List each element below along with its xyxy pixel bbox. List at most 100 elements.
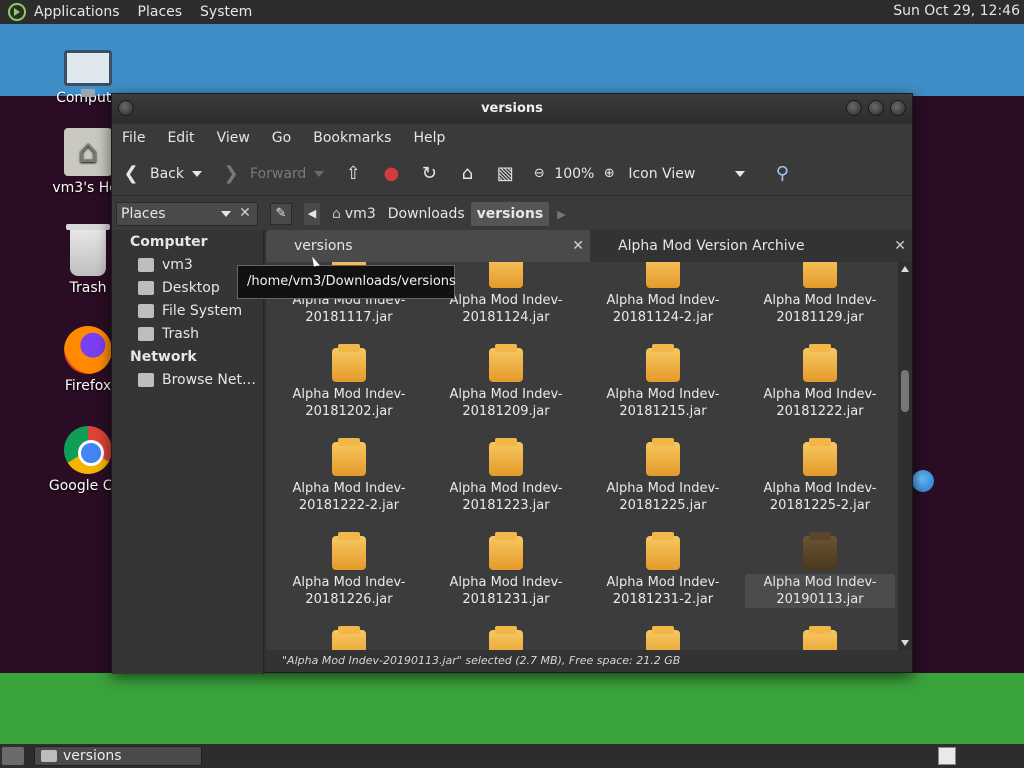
taskbar-button-versions[interactable]: versions <box>34 746 202 766</box>
file-item[interactable]: Alpha Mod Indev- 20181225-2.jar <box>745 438 895 514</box>
partial-desktop-icon[interactable] <box>912 470 934 492</box>
window-titlebar[interactable]: versions <box>112 94 912 124</box>
file-item[interactable]: Alpha Mod Indev- 20181215.jar <box>588 344 738 420</box>
jar-package-icon <box>646 626 680 650</box>
places-menu[interactable]: Places <box>138 4 183 20</box>
workspace-switcher[interactable] <box>938 747 956 765</box>
desktop-sky-band <box>0 24 1024 96</box>
file-item[interactable]: Alpha Mod Indev- 20190113.jar <box>745 532 895 608</box>
scroll-down-icon[interactable] <box>901 640 909 646</box>
menu-go[interactable]: Go <box>272 130 291 146</box>
menu-help[interactable]: Help <box>413 130 445 146</box>
file-name-line: 20181225-2.jar <box>769 498 871 513</box>
file-name-line: Alpha Mod Indev- <box>606 575 720 590</box>
clock[interactable]: Sun Oct 29, 12:46 <box>893 3 1020 19</box>
icon-grid: Alpha Mod Indev- 20181117.jar Alpha Mod In… <box>266 262 898 650</box>
system-menu[interactable]: System <box>200 4 252 20</box>
close-sidebar-icon[interactable]: ✕ <box>234 202 256 224</box>
file-item-partial[interactable] <box>274 626 424 650</box>
reload-icon[interactable]: ↻ <box>418 163 440 185</box>
breadcrumb: ✎ ◀ ⌂ vm3 Downloads versions ▶ <box>270 202 566 226</box>
file-name-line: 20181226.jar <box>305 592 393 607</box>
applications-menu[interactable]: Applications <box>34 4 120 20</box>
jar-package-icon <box>332 344 366 382</box>
breadcrumb-downloads[interactable]: Downloads <box>382 202 471 226</box>
sidebar-item-browse-network[interactable]: Browse Net… <box>112 368 263 391</box>
search-icon[interactable]: ⚲ <box>771 163 793 185</box>
file-item[interactable]: Alpha Mod Indev- 20181129.jar <box>745 262 895 326</box>
file-name: Alpha Mod Indev- 20181124-2.jar <box>588 292 738 326</box>
jar-package-icon <box>332 532 366 570</box>
file-name-line: 20181202.jar <box>305 404 393 419</box>
home-icon[interactable]: ⌂ <box>456 163 478 185</box>
file-name: Alpha Mod Indev- 20181223.jar <box>431 480 581 514</box>
breadcrumb-vm3[interactable]: ⌂ vm3 <box>326 202 382 226</box>
maximize-button[interactable] <box>868 100 884 116</box>
file-item[interactable]: Alpha Mod Indev- 20181223.jar <box>431 438 581 514</box>
window-menu-icon[interactable] <box>118 100 134 116</box>
close-tab-icon[interactable]: ✕ <box>894 230 906 262</box>
view-mode-select[interactable]: Icon View <box>628 166 746 182</box>
tab-label: versions <box>294 238 353 254</box>
breadcrumb-left-icon[interactable]: ◀ <box>304 203 320 225</box>
file-item[interactable]: Alpha Mod Indev- 20181202.jar <box>274 344 424 420</box>
file-name: Alpha Mod Indev- 20181226.jar <box>274 574 424 608</box>
sidebar-item-trash[interactable]: Trash <box>112 322 263 345</box>
forward-button[interactable]: ❯ Forward <box>220 163 325 185</box>
drive-icon <box>138 303 154 318</box>
sidebar-item-label: vm3 <box>162 256 193 273</box>
sidebar-item-file-system[interactable]: File System <box>112 299 263 322</box>
file-name-line: 20181124.jar <box>462 310 550 325</box>
jar-package-icon <box>646 438 680 476</box>
close-tab-icon[interactable]: ✕ <box>572 230 584 262</box>
menu-bookmarks[interactable]: Bookmarks <box>313 130 391 146</box>
zoom-out-icon[interactable]: ⊖ <box>528 163 550 185</box>
edit-location-button[interactable]: ✎ <box>270 203 292 225</box>
file-item[interactable]: Alpha Mod Indev- 20181222-2.jar <box>274 438 424 514</box>
vertical-scrollbar[interactable] <box>898 262 912 650</box>
menu-view[interactable]: View <box>217 130 250 146</box>
back-button[interactable]: ❮ Back <box>120 163 202 185</box>
jar-package-icon <box>646 532 680 570</box>
computer-icon[interactable]: ▧ <box>494 163 516 185</box>
breadcrumb-right-icon[interactable]: ▶ <box>557 208 565 221</box>
jar-package-icon <box>803 532 837 570</box>
close-button[interactable] <box>890 100 906 116</box>
file-item[interactable]: Alpha Mod Indev- 20181222.jar <box>745 344 895 420</box>
file-item-partial[interactable] <box>431 626 581 650</box>
desktop-icon <box>138 280 154 295</box>
file-item-partial[interactable] <box>588 626 738 650</box>
back-history-dropdown-icon[interactable] <box>192 170 202 177</box>
minimize-button[interactable] <box>846 100 862 116</box>
zoom-level: 100% <box>554 165 595 182</box>
scroll-up-icon[interactable] <box>901 266 909 272</box>
forward-history-dropdown-icon[interactable] <box>314 170 325 177</box>
trash-icon <box>66 224 110 276</box>
back-label: Back <box>150 165 184 182</box>
show-desktop-icon[interactable] <box>2 747 24 765</box>
file-item[interactable]: Alpha Mod Indev- 20181124-2.jar <box>588 262 738 326</box>
distro-logo-icon[interactable] <box>8 3 26 21</box>
jar-package-icon <box>803 344 837 382</box>
scrollbar-thumb[interactable] <box>901 370 909 412</box>
file-manager-window: versions File Edit View Go Bookmarks Hel… <box>111 93 913 674</box>
file-name: Alpha Mod Indev- 20181129.jar <box>745 292 895 326</box>
jar-package-icon <box>803 626 837 650</box>
file-item[interactable]: Alpha Mod Indev- 20181226.jar <box>274 532 424 608</box>
menu-file[interactable]: File <box>122 130 145 146</box>
sidebar-selector-label: Places <box>121 206 166 222</box>
file-item[interactable]: Alpha Mod Indev- 20181231.jar <box>431 532 581 608</box>
menu-edit[interactable]: Edit <box>167 130 194 146</box>
zoom-in-icon[interactable]: ⊕ <box>598 163 620 185</box>
breadcrumb-versions[interactable]: versions <box>470 202 550 226</box>
stop-icon[interactable]: ● <box>380 163 402 185</box>
tab-alpha-mod-version-archive[interactable]: Alpha Mod Version Archive ✕ <box>590 230 912 262</box>
file-name-line: Alpha Mod Indev- <box>606 481 720 496</box>
file-item[interactable]: Alpha Mod Indev- 20181225.jar <box>588 438 738 514</box>
file-item[interactable]: Alpha Mod Indev- 20181209.jar <box>431 344 581 420</box>
sidebar-item-label: Trash <box>162 325 199 342</box>
file-item-partial[interactable] <box>745 626 895 650</box>
file-item[interactable]: Alpha Mod Indev- 20181231-2.jar <box>588 532 738 608</box>
up-arrow-icon[interactable]: ⇧ <box>342 163 364 185</box>
sidebar-item-label: Desktop <box>162 279 220 296</box>
